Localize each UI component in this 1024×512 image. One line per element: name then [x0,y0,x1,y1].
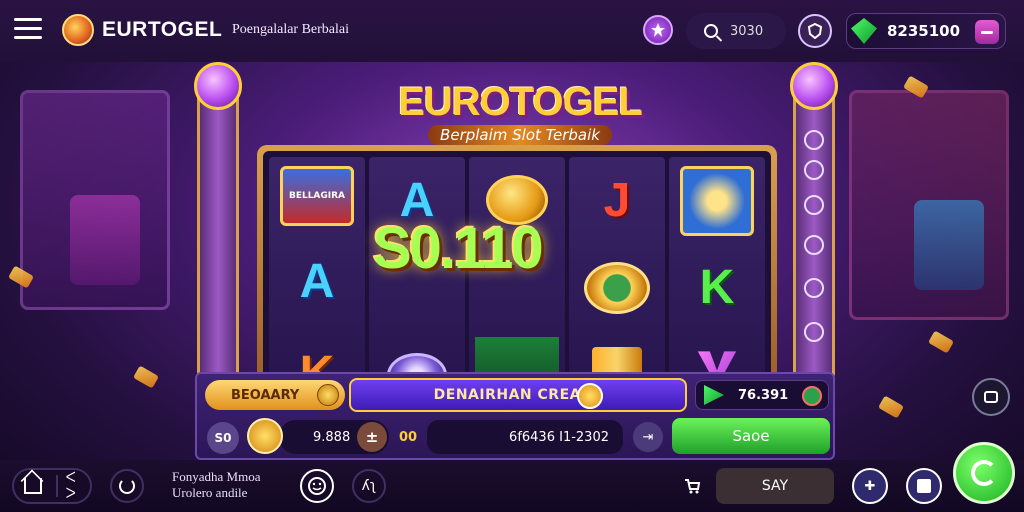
letter-symbol: K [699,261,735,315]
ticket-value-field[interactable]: 6f6436 I1-2302 [427,420,623,454]
side-circle-icon[interactable] [804,160,824,180]
header-tagline: Poengalalar Berbalai [232,22,350,37]
right-orb-icon [790,62,838,110]
plus-minus-button[interactable]: ± [357,422,387,452]
side-circle-icon[interactable] [804,195,824,215]
heart-icon[interactable] [802,386,822,406]
side-circle-icon[interactable] [804,278,824,298]
nav-arrows-label: ᐸ ᐳ [65,470,76,502]
site-logo[interactable]: EURTOGEL [62,14,222,46]
logo-text: EURTOGEL [102,18,223,41]
background-screen-left [70,195,140,285]
left-pillar [197,80,239,380]
fullscreen-icon [984,391,998,403]
control-bar: BEOAARY DENAIRHAN CREAEX 76.391 S0 9.888… [195,372,835,460]
search-text: 3030 [730,23,764,39]
spin-button[interactable]: Saoe [672,418,830,454]
bottom-text: Fonyadha Mmoa Urolero andile [172,469,260,501]
refresh-g-icon [971,460,997,486]
game-title: EUROTOGEL [398,80,643,124]
drum-symbol-icon: BELLAGIRA [280,166,354,226]
gem-button[interactable] [643,15,673,45]
side-circle-icon[interactable] [804,130,824,150]
bet-value: 9.888 [313,429,351,445]
gem-icon [851,18,877,44]
symbol-cell [575,251,659,325]
badge-button[interactable] [798,14,832,48]
slot-machine: EUROTOGEL Berplaim Slot Terbaik BELLAGIR… [194,60,840,460]
balance-value: 8235100 [887,22,961,40]
background-screen-right [914,200,984,290]
cart-button[interactable] [678,472,706,500]
top-header: EURTOGEL Poengalalar Berbalai 3030 82351… [0,0,1024,62]
star-gem-icon [651,23,665,37]
bottom-text-line2: Urolero andile [172,485,248,500]
cart-icon [685,479,701,494]
balance-display: 8235100 [846,13,1006,49]
game-title-banner: EUROTOGEL Berplaim Slot Terbaik [380,80,660,145]
letter-symbol: A [299,254,335,308]
game-subtitle: Berplaim Slot Terbaik [428,125,612,145]
shop-button[interactable] [906,468,942,504]
search-icon [704,24,718,38]
oo-label: 00 [399,430,418,445]
divider [55,475,58,497]
search-field[interactable]: 3030 [686,13,786,49]
compass-symbol-icon [680,165,754,236]
home-button[interactable]: ᐸ ᐳ [12,468,92,504]
reload-icon [119,478,135,494]
reload-button[interactable] [110,469,144,503]
left-orb-icon [194,62,242,110]
confetti-decoration [927,330,955,354]
green-value-display: 76.391 [695,380,829,410]
coin-icon [317,384,339,406]
say-button[interactable]: SAY [716,468,834,504]
coin-icon [577,383,603,409]
arrow-button[interactable]: ⇥ [633,422,663,452]
grid-button[interactable]: ✚ [852,468,888,504]
hamburger-menu-icon[interactable] [14,18,42,42]
bag-icon [917,479,931,493]
symbol-cell [675,164,759,238]
side-circle-icon[interactable] [804,322,824,342]
green-value: 76.391 [738,387,789,403]
minus-button[interactable] [975,20,999,44]
bet-coin-icon [247,418,283,454]
side-circle-icon[interactable] [804,235,824,255]
ring-symbol-icon [584,261,650,314]
smiley-icon [308,477,326,495]
shield-icon [807,23,823,39]
confetti-decoration [132,365,160,389]
feature-banner-button[interactable]: DENAIRHAN CREAEX [349,378,687,412]
logo-icon [62,14,94,46]
bottom-nav: ᐸ ᐳ Fonyadha Mmoa Urolero andile ʎʅ SAY … [0,378,1024,512]
green-fab-button[interactable] [953,442,1015,504]
confetti-decoration [877,395,905,419]
fullscreen-button[interactable] [972,378,1010,416]
smiley-button[interactable] [300,469,334,503]
bottom-text-line1: Fonyadha Mmoa [172,469,261,484]
minus-icon [981,30,993,34]
gift-button[interactable]: ʎʅ [352,469,386,503]
gold-pill-label: BEOAARY [231,387,300,403]
play-arrow-icon [704,385,724,405]
home-icon [24,478,42,494]
letter-symbol: J [603,174,631,228]
bet-circle-button[interactable]: S0 [207,422,239,454]
win-amount: S0.110 [373,216,544,281]
gold-pill-button[interactable]: BEOAARY [205,380,345,410]
